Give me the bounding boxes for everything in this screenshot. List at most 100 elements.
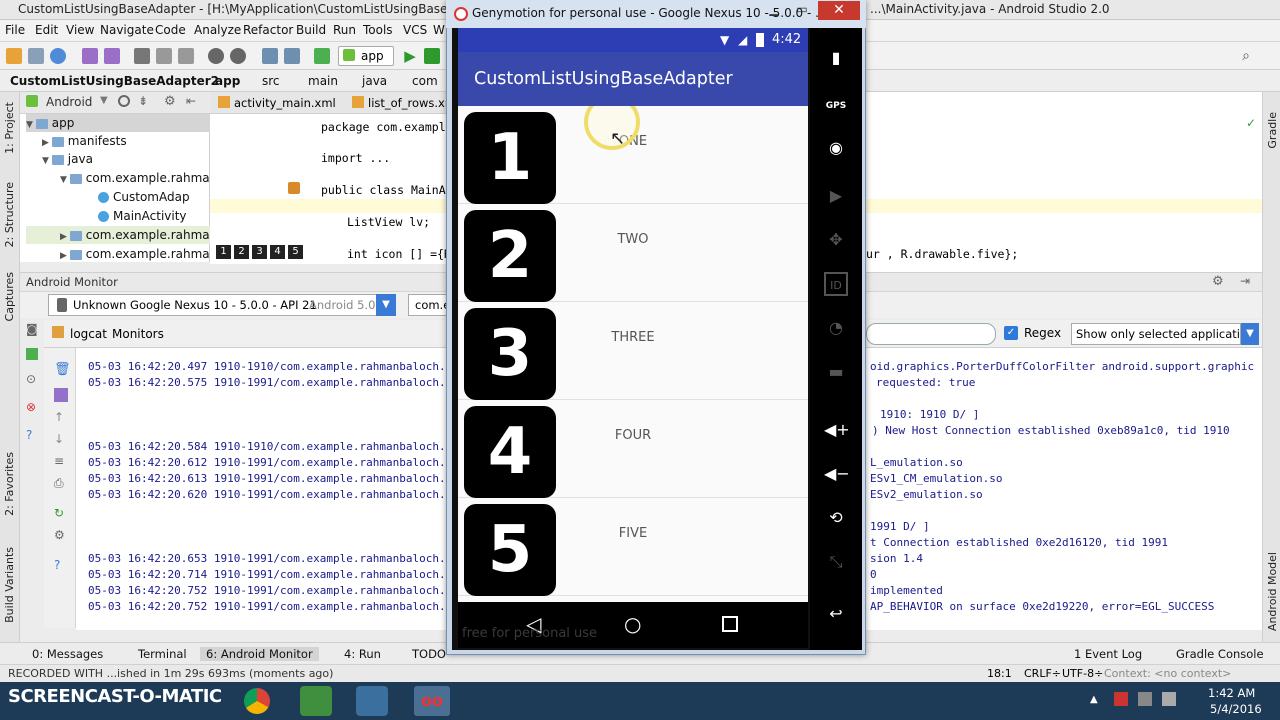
tab-monitors[interactable]: Monitors xyxy=(112,327,164,341)
bookmark-5[interactable]: 5 xyxy=(288,245,303,259)
tab-list-of-rows[interactable]: list_of_rows.xm xyxy=(368,96,456,110)
code-editor[interactable]: package com.example import ... public cl… xyxy=(210,114,453,264)
hide-icon[interactable]: ⇤ xyxy=(186,94,196,108)
help-icon[interactable]: ? xyxy=(26,428,32,442)
help-icon[interactable]: ? xyxy=(54,558,60,572)
side-tab-captures[interactable]: Captures xyxy=(3,272,16,321)
tree-item-package-test[interactable]: ▶ com.example.rahma xyxy=(26,226,210,244)
breadcrumb-java[interactable]: java xyxy=(362,74,387,88)
minimize-button[interactable]: ▁ xyxy=(762,2,786,20)
collapse-icon[interactable]: ⇟ xyxy=(138,94,148,108)
scroll-end-icon[interactable] xyxy=(54,388,68,402)
tree-item-package[interactable]: ▼ com.example.rahma xyxy=(60,169,210,187)
find-icon[interactable] xyxy=(208,48,224,64)
chevron-down-icon[interactable]: ▼ xyxy=(100,95,108,106)
wrap-icon[interactable]: ≡ xyxy=(54,454,64,468)
menu-analyze[interactable]: Analyze xyxy=(194,23,241,37)
menu-code[interactable]: Code xyxy=(155,23,186,37)
logcat-output[interactable]: 05-03 16:42:20.497 1910-1910/com.example… xyxy=(76,348,446,630)
menu-view[interactable]: View xyxy=(66,23,94,37)
volume-icon[interactable] xyxy=(1162,692,1176,706)
save-icon[interactable] xyxy=(28,48,44,64)
menu-window[interactable]: W xyxy=(433,23,445,37)
tab-todo[interactable]: TODO xyxy=(412,647,446,661)
chevron-down-icon[interactable]: ▼ xyxy=(376,294,396,316)
list-item[interactable]: 3 THREE xyxy=(458,302,808,400)
tree-item-customadapter[interactable]: CustomAdap xyxy=(98,188,190,206)
menu-file[interactable]: File xyxy=(5,23,25,37)
project-view-select[interactable]: Android xyxy=(46,95,92,109)
network-icon[interactable] xyxy=(1138,692,1152,706)
tree-item-package-android-test[interactable]: ▶ com.example.rahma xyxy=(60,245,210,263)
side-tab-gradle[interactable]: Gradle xyxy=(1266,112,1279,149)
scale-icon[interactable]: ⤡ xyxy=(824,550,848,574)
tab-activity-main[interactable]: activity_main.xml xyxy=(234,96,336,110)
home-icon[interactable]: ○ xyxy=(624,612,641,636)
hide-icon[interactable]: ⇥ xyxy=(1240,274,1250,288)
screenrecord-icon[interactable]: ⊙ xyxy=(26,372,36,386)
menu-build[interactable]: Build xyxy=(296,23,326,37)
menu-tools[interactable]: Tools xyxy=(363,23,393,37)
bookmark-2[interactable]: 2 xyxy=(234,245,249,259)
gear-icon[interactable]: ⚙ xyxy=(1212,274,1224,289)
copy-icon[interactable] xyxy=(156,48,172,64)
make-icon[interactable] xyxy=(314,48,330,64)
undo-icon[interactable] xyxy=(82,48,98,64)
tab-run[interactable]: 4: Run xyxy=(344,647,381,661)
clock-date[interactable]: 5/4/2016 xyxy=(1210,702,1262,716)
camera-icon[interactable]: ◉ xyxy=(824,136,848,160)
tab-logcat[interactable]: logcat xyxy=(70,327,107,341)
tree-item-mainactivity[interactable]: MainActivity xyxy=(98,207,187,225)
side-tab-build-variants[interactable]: Build Variants xyxy=(3,547,16,623)
search-input[interactable] xyxy=(866,323,996,345)
down-icon[interactable]: ↓ xyxy=(54,432,64,446)
tray-icon[interactable] xyxy=(1114,692,1128,706)
search-everywhere-icon[interactable]: ⌕ xyxy=(1238,48,1254,64)
video-icon[interactable]: ▶ xyxy=(824,184,848,208)
print-icon[interactable]: ⎙ xyxy=(54,476,64,491)
breadcrumb-project[interactable]: CustomListUsingBaseAdapter2 xyxy=(10,74,219,88)
gear-icon[interactable]: ⚙ xyxy=(54,528,65,542)
tab-terminal[interactable]: Terminal xyxy=(138,647,187,661)
clock-time[interactable]: 1:42 AM xyxy=(1208,686,1255,700)
breadcrumb-main[interactable]: main xyxy=(308,74,338,88)
status-line-separator[interactable]: CRLF÷ xyxy=(1024,667,1061,680)
process-select[interactable]: com.e xyxy=(408,294,450,316)
device-select[interactable]: Unknown Google Nexus 10 - 5.0.0 - API 21… xyxy=(48,294,396,316)
camera-icon[interactable]: ◙ xyxy=(26,322,38,336)
bookmark-4[interactable]: 4 xyxy=(270,245,285,259)
restart-icon[interactable]: ↻ xyxy=(54,506,64,520)
menu-refactor[interactable]: Refactor xyxy=(243,23,293,37)
list-item[interactable]: 5 FIVE xyxy=(458,498,808,596)
back-icon[interactable] xyxy=(262,48,278,64)
android-studio-icon[interactable] xyxy=(300,686,332,716)
paste-icon[interactable] xyxy=(178,48,194,64)
logcat-output-right[interactable]: oid.graphics.PorterDuffColorFilter andro… xyxy=(866,348,1262,630)
status-encoding[interactable]: UTF-8÷ xyxy=(1062,667,1103,680)
move-icon[interactable]: ✥ xyxy=(824,228,848,252)
open-folder-icon[interactable] xyxy=(6,48,22,64)
volume-up-icon[interactable]: ◀+ xyxy=(824,418,850,442)
tree-item-manifests[interactable]: ▶ manifests xyxy=(42,132,127,150)
breadcrumb-com[interactable]: com xyxy=(412,74,438,88)
chrome-icon[interactable] xyxy=(244,688,270,714)
side-tab-android-model[interactable]: Android Model xyxy=(1266,552,1279,631)
tab-messages[interactable]: 0: Messages xyxy=(32,647,103,661)
replace-icon[interactable] xyxy=(230,48,246,64)
battery-icon[interactable]: ▮ xyxy=(824,46,848,70)
bookmark-3[interactable]: 3 xyxy=(252,245,267,259)
chevron-down-icon[interactable]: ▼ xyxy=(1241,323,1259,345)
rss-icon[interactable]: ◔ xyxy=(824,316,848,340)
redo-icon[interactable] xyxy=(104,48,120,64)
menu-vcs[interactable]: VCS xyxy=(403,23,427,37)
menu-run[interactable]: Run xyxy=(333,23,356,37)
regex-checkbox[interactable]: ✓ xyxy=(1004,326,1018,340)
breadcrumb-app[interactable]: app xyxy=(215,74,240,88)
scroll-from-source-icon[interactable] xyxy=(118,95,130,107)
run-icon[interactable]: ▶ xyxy=(402,48,418,64)
list-item[interactable]: 2 TWO xyxy=(458,204,808,302)
recents-icon[interactable] xyxy=(722,616,738,632)
maximize-button[interactable]: ▭ xyxy=(790,2,814,20)
bookmark-1[interactable]: 1 xyxy=(216,245,231,259)
cut-icon[interactable] xyxy=(134,48,150,64)
